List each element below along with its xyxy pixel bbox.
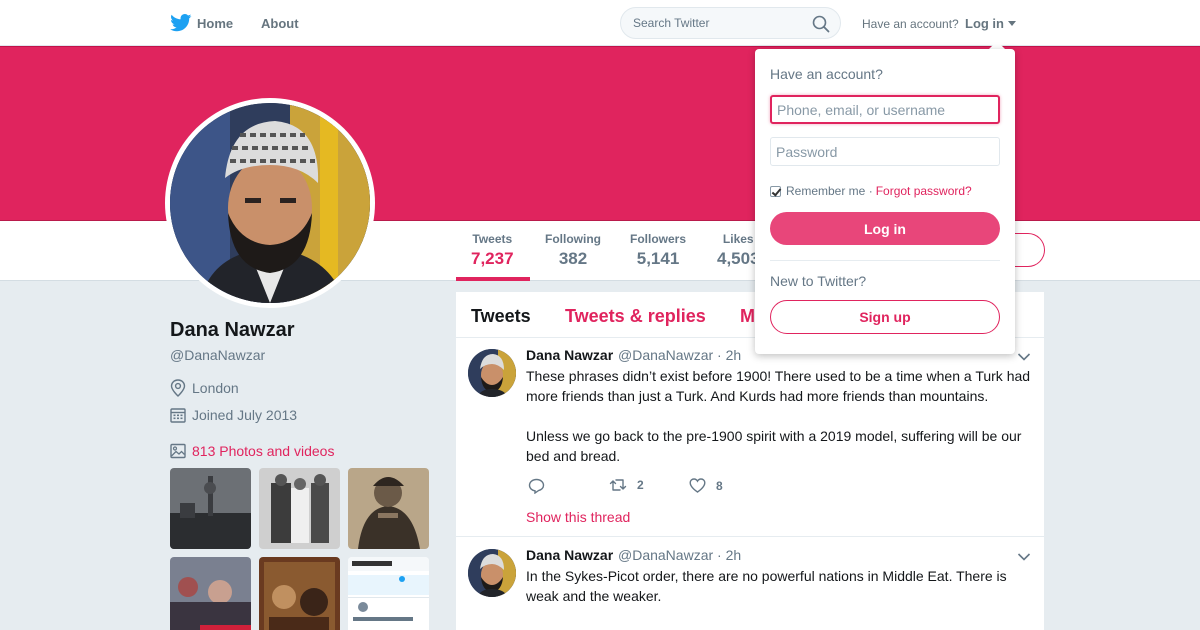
stat-label: Tweets [472,232,513,246]
twitter-bird-icon[interactable] [170,14,192,32]
chevron-down-icon[interactable] [1017,352,1031,362]
photo-thumbnail[interactable] [348,557,429,630]
heart-icon [689,478,706,493]
login-button[interactable]: Log in [770,212,1000,245]
like-count: 8 [716,478,723,493]
stat-tweets[interactable]: Tweets 7,237 [471,232,514,269]
location-text: London [192,380,239,396]
stat-label: Followers [630,232,687,246]
remember-me-checkbox[interactable] [770,185,781,197]
remember-me-row: Remember me · Forgot password? [770,184,972,198]
profile-avatar[interactable] [165,98,375,308]
have-account-text: Have an account? [862,17,959,31]
photo-thumbnail[interactable] [170,557,251,630]
login-dropdown-toggle[interactable]: Log in [965,16,1004,31]
stat-label: Following [545,232,601,246]
new-to-twitter-text: New to Twitter? [770,273,867,289]
photo-thumbnail[interactable] [259,557,340,630]
calendar-icon [170,408,186,423]
like-button[interactable]: 8 [689,478,723,493]
tweet-avatar[interactable] [468,349,516,397]
search-input[interactable] [633,16,803,30]
forgot-password-link[interactable]: Forgot password? [876,184,972,198]
photo-thumbnail[interactable] [170,468,251,549]
show-thread-link[interactable]: Show this thread [526,509,630,525]
avatar-image [170,103,370,303]
divider [770,260,1000,261]
caret-down-icon[interactable] [1008,21,1016,26]
login-dropdown: Have an account? Remember me · Forgot pa… [755,49,1015,354]
stat-value: 7,237 [471,249,514,268]
retweet-icon [609,479,627,491]
retweet-count: 2 [637,478,644,492]
profile-joined: Joined July 2013 [170,407,297,423]
stat-likes[interactable]: Likes 4,503 [717,232,760,269]
tweet-avatar[interactable] [468,549,516,597]
stat-followers[interactable]: Followers 5,141 [630,232,686,269]
photos-videos-label[interactable]: 813 Photos and videos [192,443,334,459]
tab-tweets-replies[interactable]: Tweets & replies [565,306,706,327]
top-nav: Home About Have an account? Log in [0,0,1200,46]
remember-me-label[interactable]: Remember me · [786,184,873,198]
tweet-author-handle[interactable]: @DanaNawzar · 2h [618,547,741,563]
password-field[interactable] [770,137,1000,166]
joined-text: Joined July 2013 [192,407,298,423]
dropdown-title: Have an account? [770,66,883,82]
stat-value: 382 [558,249,588,268]
tweet-author-name[interactable]: Dana Nawzar [526,347,613,363]
profile-location: London [170,379,239,397]
nav-about-link[interactable]: About [261,16,299,31]
username-field[interactable] [770,95,1000,124]
search-icon[interactable] [812,15,830,33]
photos-videos-link[interactable]: 813 Photos and videos [170,443,334,459]
retweet-button[interactable]: 2 [609,478,644,492]
tweet-text: These phrases didn’t exist before 1900! … [526,368,1031,464]
nav-home-link[interactable]: Home [197,16,233,31]
tab-tweets[interactable]: Tweets [471,306,531,327]
tweet-author-name[interactable]: Dana Nawzar [526,547,613,563]
tweet-text: In the Sykes-Picot order, there are no p… [526,568,1011,604]
stat-value: 4,503 [717,249,760,268]
location-pin-icon [170,379,186,397]
reply-icon [528,478,545,494]
tweet[interactable]: Dana Nawzar @DanaNawzar · 2h In the Syke… [456,538,1044,630]
active-tab-underline [456,277,530,281]
tweet-author-handle[interactable]: @DanaNawzar · 2h [618,347,741,363]
photo-thumbnail[interactable] [348,468,429,549]
profile-name: Dana Nawzar [170,319,295,341]
stat-following[interactable]: Following 382 [545,232,601,269]
stat-label: Likes [722,232,754,246]
profile-handle: @DanaNawzar [170,347,266,363]
stat-value: 5,141 [636,249,680,268]
photo-thumbnail[interactable] [259,468,340,549]
image-icon [170,443,186,459]
tweet[interactable]: Dana Nawzar @DanaNawzar · 2h These phras… [456,338,1044,537]
search-box[interactable] [620,7,841,39]
signup-button[interactable]: Sign up [770,300,1000,334]
chevron-down-icon[interactable] [1017,552,1031,562]
reply-button[interactable] [528,478,555,494]
